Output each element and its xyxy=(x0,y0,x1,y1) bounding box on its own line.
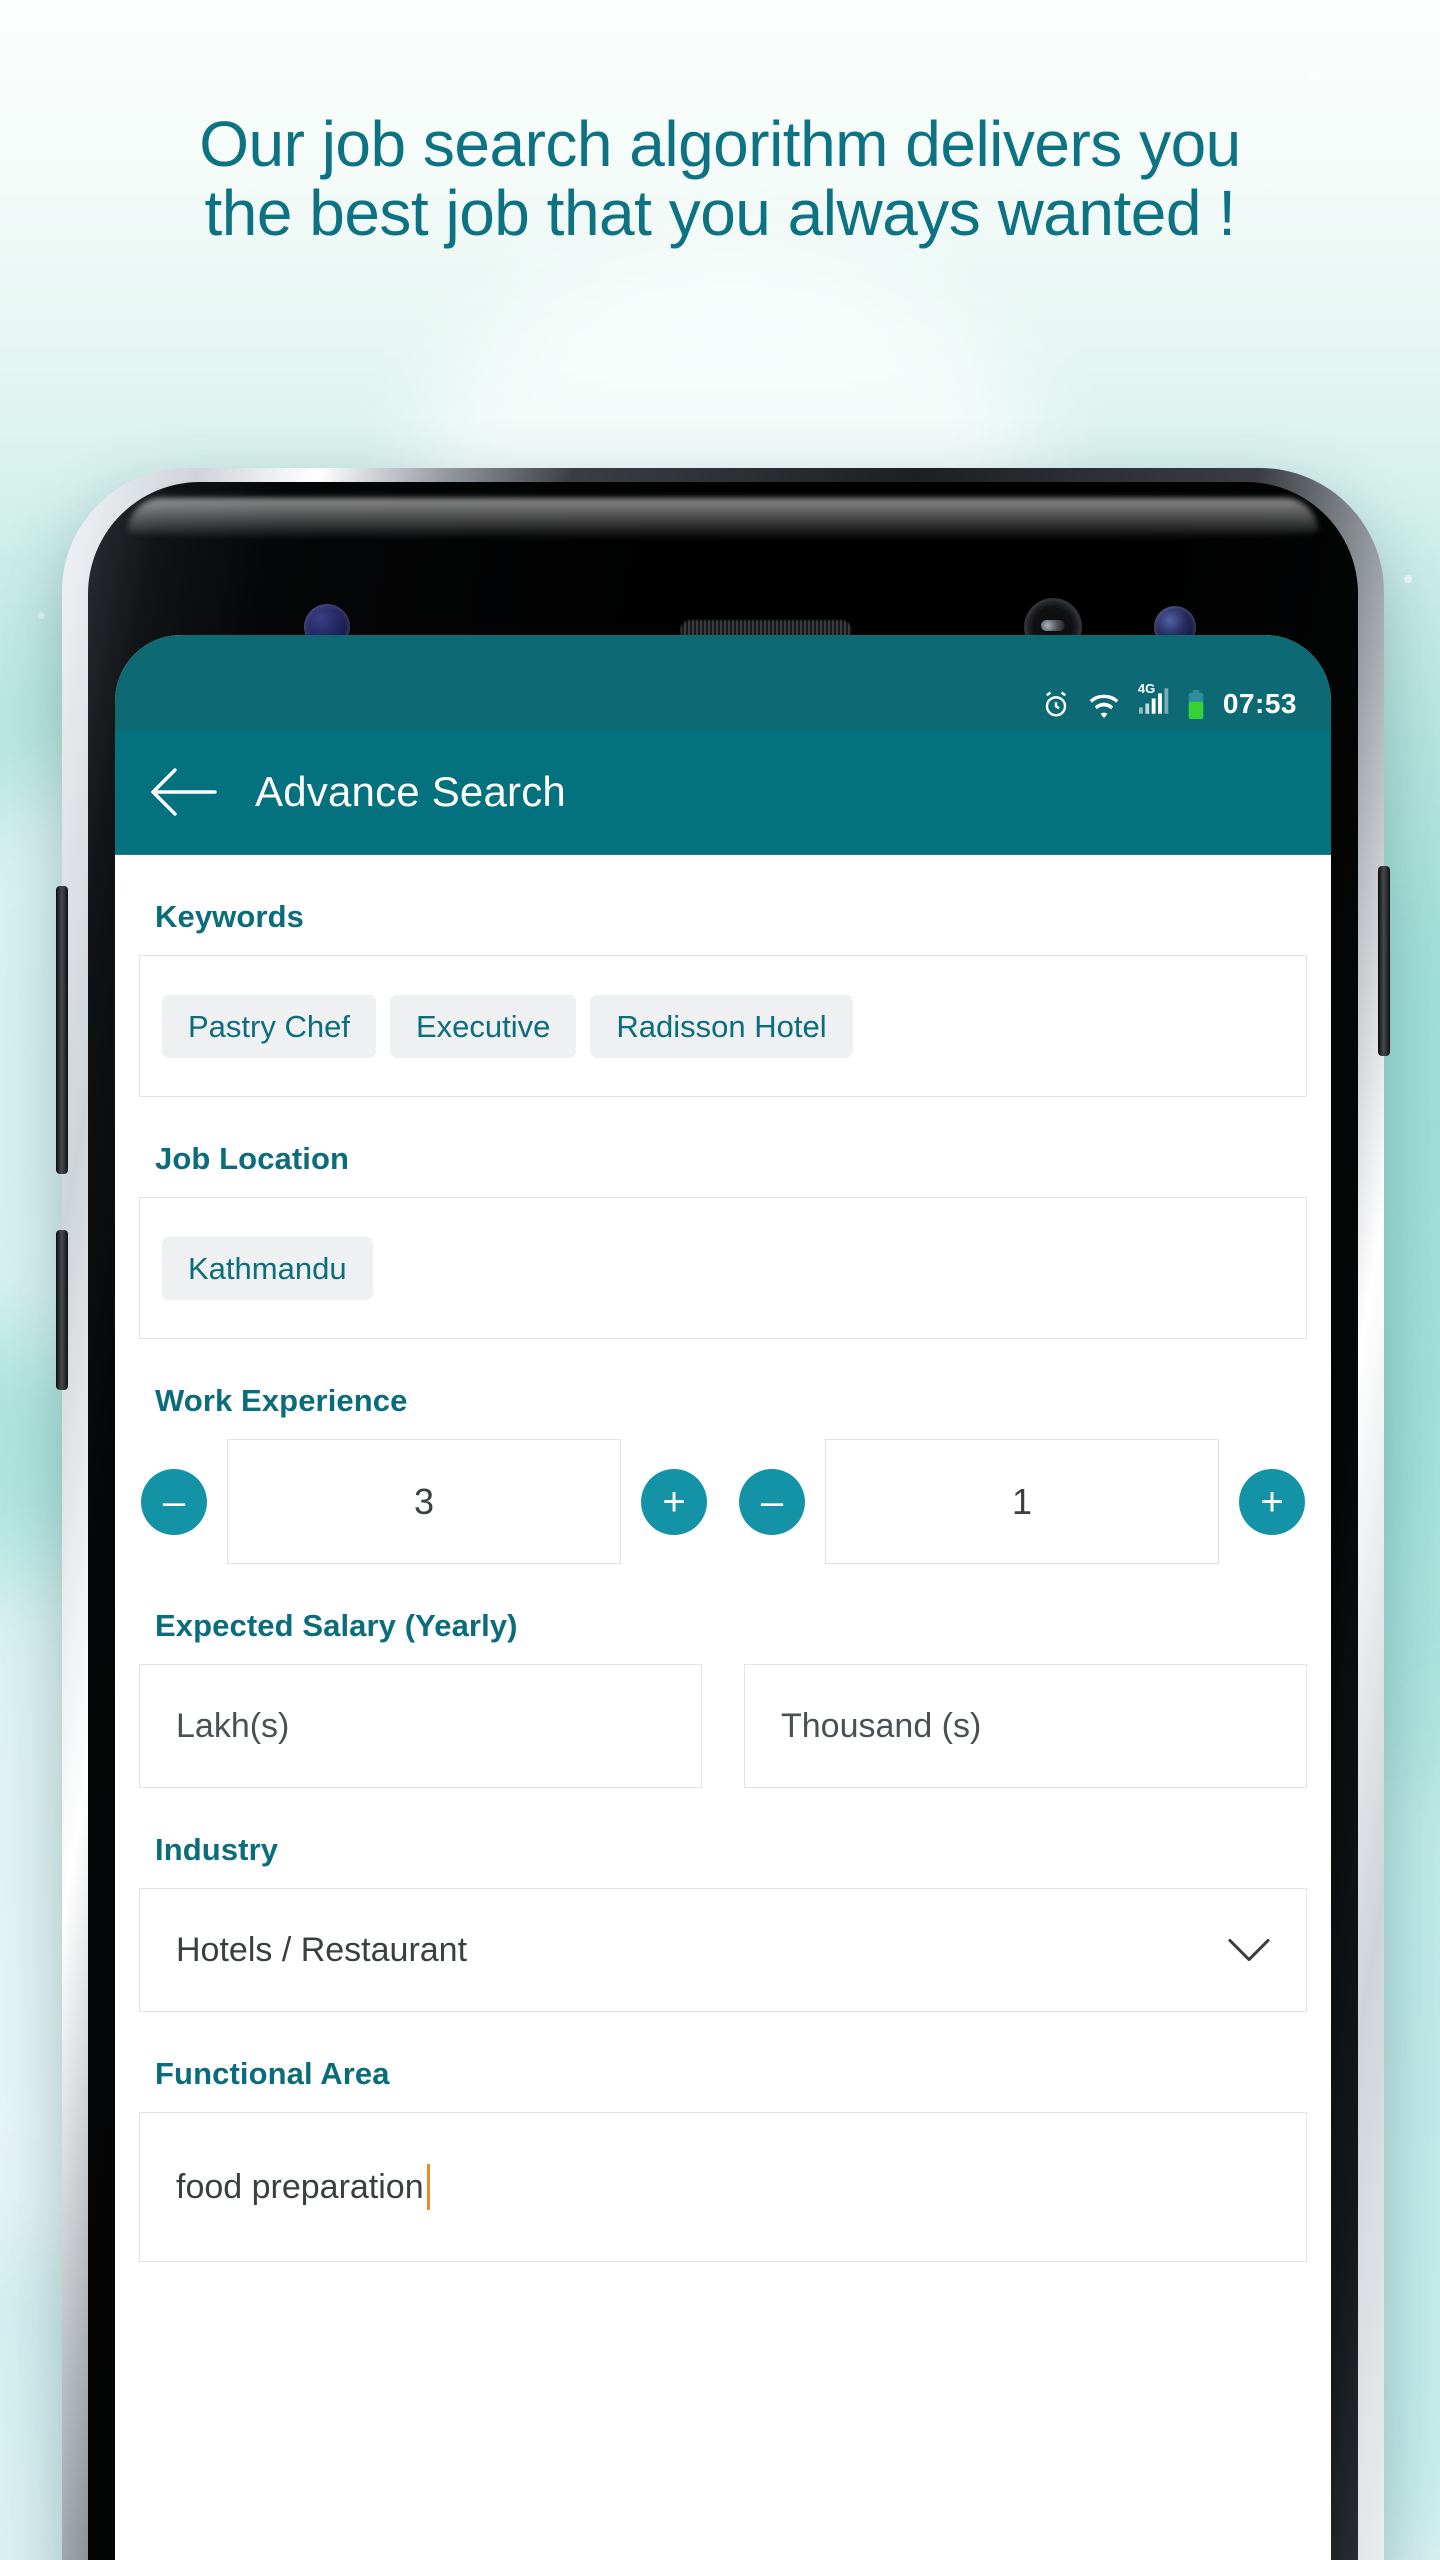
wifi-icon xyxy=(1089,694,1119,719)
months-increment-button[interactable]: + xyxy=(1239,1468,1305,1535)
bg-speck xyxy=(38,612,45,619)
power-button[interactable] xyxy=(1378,866,1390,1056)
salary-lakh-input[interactable]: Lakh(s) xyxy=(139,1664,702,1788)
job-location-chip[interactable]: Kathmandu xyxy=(162,1236,373,1300)
work-experience-label: Work Experience xyxy=(155,1383,408,1418)
keyword-chip[interactable]: Pastry Chef xyxy=(162,994,376,1058)
phone-gloss xyxy=(128,498,1318,538)
phone-mockup: 4G 07:53 Advance Search Keywords Pastry … xyxy=(56,468,1390,2560)
years-value-input[interactable]: 3 xyxy=(227,1439,621,1564)
phone-screen: 4G 07:53 Advance Search Keywords Pastry … xyxy=(115,635,1331,2560)
industry-selected-value: Hotels / Restaurant xyxy=(176,1930,468,1969)
keyword-chip[interactable]: Executive xyxy=(389,994,577,1058)
work-experience-steppers: – 3 + – 1 + xyxy=(115,1439,1331,1564)
functional-area-value: food preparation xyxy=(176,2167,424,2206)
chevron-down-icon[interactable] xyxy=(1228,1937,1270,1963)
volume-rocker-button[interactable] xyxy=(56,886,68,1174)
functional-area-label: Functional Area xyxy=(155,2056,390,2091)
industry-label: Industry xyxy=(155,1832,279,1867)
text-cursor xyxy=(426,2164,430,2210)
job-location-label: Job Location xyxy=(155,1141,350,1176)
headline-line-1: Our job search algorithm delivers you xyxy=(199,108,1241,180)
status-bar-clock: 07:53 xyxy=(1222,688,1297,719)
keyword-chip[interactable]: Radisson Hotel xyxy=(590,994,853,1058)
alarm-icon xyxy=(1045,691,1067,717)
work-experience-years-stepper: – 3 + xyxy=(141,1439,707,1564)
months-decrement-button[interactable]: – xyxy=(739,1468,805,1535)
headline-line-2: the best job that you always wanted ! xyxy=(204,177,1236,250)
years-increment-button[interactable]: + xyxy=(641,1468,707,1535)
bixby-button[interactable] xyxy=(56,1230,68,1390)
page-title: Advance Search xyxy=(255,768,566,815)
functional-area-input[interactable]: food preparation xyxy=(139,2112,1307,2262)
keywords-chip-field[interactable]: Pastry Chef Executive Radisson Hotel xyxy=(139,955,1307,1097)
network-type-label: 4G xyxy=(1137,681,1156,696)
status-bar: 4G 07:53 xyxy=(115,635,1331,730)
search-form: Keywords Pastry Chef Executive Radisson … xyxy=(115,855,1331,2560)
work-experience-months-stepper: – 1 + xyxy=(739,1439,1305,1564)
bg-speck xyxy=(1310,70,1319,79)
job-location-chip-field[interactable]: Kathmandu xyxy=(139,1197,1307,1339)
battery-icon xyxy=(1188,690,1204,719)
industry-select[interactable]: Hotels / Restaurant xyxy=(139,1888,1307,2012)
salary-thousand-input[interactable]: Thousand (s) xyxy=(744,1664,1307,1788)
bg-speck xyxy=(1404,575,1412,583)
back-arrow-icon[interactable] xyxy=(149,766,217,818)
expected-salary-inputs: Lakh(s) Thousand (s) xyxy=(115,1664,1331,1788)
months-value-input[interactable]: 1 xyxy=(825,1439,1219,1564)
expected-salary-label: Expected Salary (Yearly) xyxy=(155,1608,518,1643)
promo-headline: Our job search algorithm delivers you th… xyxy=(0,108,1440,250)
keywords-label: Keywords xyxy=(155,899,304,934)
years-decrement-button[interactable]: – xyxy=(141,1468,207,1535)
signal-4g-icon: 4G xyxy=(1137,682,1169,720)
app-bar: Advance Search xyxy=(115,730,1331,855)
